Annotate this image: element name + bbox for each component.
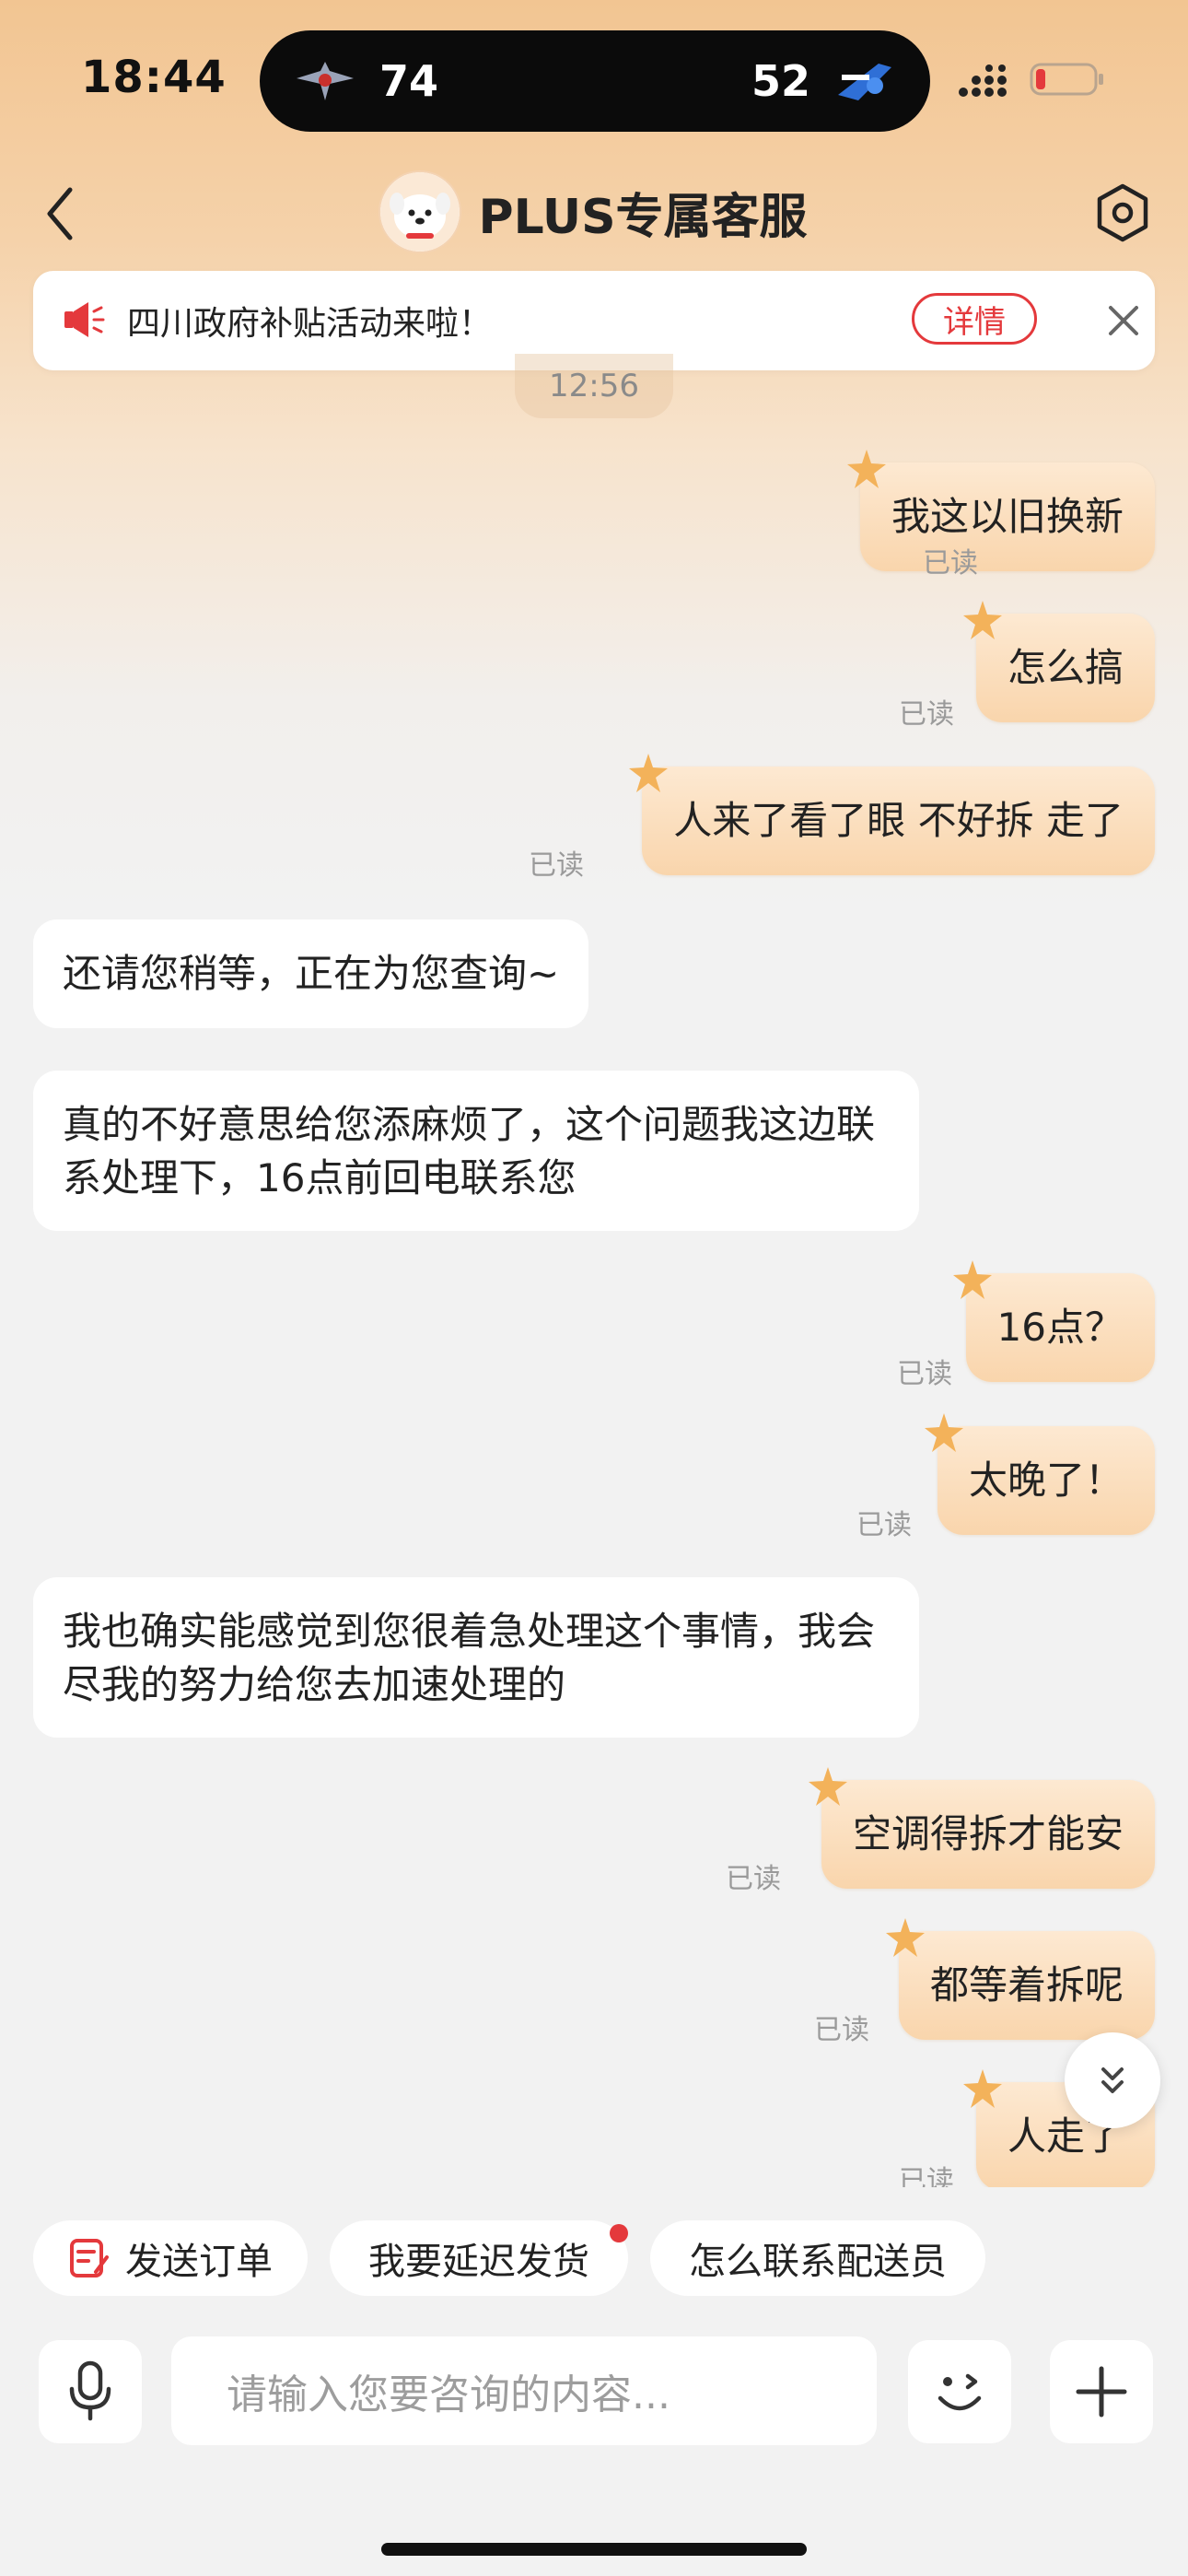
megaphone-icon [64, 302, 105, 337]
message-outgoing[interactable]: 都等着拆呢 [885, 1918, 1155, 2040]
star-icon [846, 450, 886, 488]
message-text: 太晚了！ [968, 1458, 1124, 1503]
double-chevron-down-icon [1101, 2067, 1124, 2093]
read-status: 已读 [899, 2165, 954, 2187]
read-status: 已读 [899, 698, 954, 731]
message-text: 空调得拆才能安 [852, 1811, 1124, 1856]
home-indicator[interactable] [381, 2543, 807, 2556]
microphone-icon [69, 2360, 111, 2421]
message-incoming[interactable]: 我也确实能感觉到您很着急处理这个事情，我会尽我的努力给您去加速处理的 [33, 1577, 919, 1738]
team-logo-icon [297, 62, 354, 100]
message-outgoing[interactable]: 16点？ [952, 1260, 1155, 1382]
chat-timestamp: 12:56 [515, 354, 673, 418]
message-text: 16点？ [996, 1305, 1124, 1350]
read-status: 已读 [529, 849, 584, 882]
chat-message-list[interactable]: 我这以旧换新 已读 怎么搞 已读 人来了看了眼 不好拆 走了 已读 还请您稍等，… [0, 433, 1188, 2187]
message-text: 怎么搞 [1007, 645, 1124, 690]
quick-reply-label: 我要延迟发货 [368, 2241, 589, 2283]
read-status: 已读 [814, 2014, 869, 2046]
read-status: 已读 [897, 1358, 952, 1390]
notice-detail-button[interactable]: 详情 [912, 293, 1037, 345]
star-icon [629, 754, 669, 792]
score-left: 74 [379, 56, 439, 106]
notification-dot [610, 2224, 628, 2242]
star-icon [962, 601, 1002, 639]
team-logo-icon [838, 64, 891, 100]
message-text: 都等着拆呢 [929, 1962, 1124, 2008]
mascot-dog-icon [380, 172, 460, 252]
chat-header: PLUS专属客服 [0, 166, 1188, 258]
emoji-button[interactable] [908, 2340, 1011, 2443]
quick-reply-delay-shipping[interactable]: 我要延迟发货 [330, 2220, 628, 2296]
scroll-to-bottom-button[interactable] [1065, 2032, 1160, 2128]
message-input[interactable]: 请输入您要咨询的内容... [171, 2336, 877, 2445]
service-avatar [380, 172, 460, 252]
more-options-button[interactable] [1050, 2340, 1153, 2443]
message-outgoing[interactable]: 我这以旧换新 [846, 450, 1155, 571]
dynamic-island-live-score[interactable]: 74 52 [260, 30, 930, 132]
message-outgoing[interactable]: 空调得拆才能安 [808, 1767, 1155, 1889]
message-outgoing[interactable]: 人来了看了眼 不好拆 走了 [629, 754, 1155, 875]
quick-reply-contact-courier[interactable]: 怎么联系配送员 [650, 2220, 985, 2296]
star-icon [808, 1767, 847, 1806]
message-text: 我也确实能感觉到您很着急处理这个事情，我会尽我的努力给您去加速处理的 [63, 1609, 876, 1707]
message-outgoing[interactable]: 太晚了！ [924, 1413, 1155, 1535]
star-icon [952, 1260, 992, 1299]
status-time: 18:44 [81, 52, 227, 103]
settings-hexagon-icon[interactable] [1090, 181, 1155, 245]
close-icon[interactable] [1101, 299, 1146, 343]
wink-emoji-icon [938, 2373, 982, 2411]
message-text: 我这以旧换新 [891, 494, 1124, 539]
quick-reply-label: 怎么联系配送员 [689, 2241, 947, 2283]
score-right: 52 [751, 56, 810, 106]
star-icon [885, 1918, 925, 1957]
cellular-signal-icon [959, 64, 1007, 97]
chat-title: PLUS专属客服 [478, 189, 808, 245]
status-bar: 18:44 74 52 [0, 0, 1188, 157]
star-icon [924, 1413, 963, 1452]
quick-reply-send-order[interactable]: 发送订单 [33, 2220, 308, 2296]
star-icon [962, 2069, 1002, 2108]
quick-reply-label: 发送订单 [125, 2241, 273, 2283]
plus-icon [1076, 2366, 1127, 2418]
order-form-icon [70, 2239, 109, 2277]
read-status: 已读 [856, 1509, 912, 1541]
message-text: 人来了看了眼 不好拆 走了 [673, 798, 1124, 843]
battery-icon [1030, 63, 1103, 96]
message-text: 真的不好意思给您添麻烦了，这个问题我这边联系处理下，16点前回电联系您 [63, 1102, 876, 1200]
notice-text: 四川政府补贴活动来啦！ [127, 305, 493, 343]
message-incoming[interactable]: 真的不好意思给您添麻烦了，这个问题我这边联系处理下，16点前回电联系您 [33, 1071, 919, 1231]
message-text: 还请您稍等，正在为您查询~ [63, 951, 560, 996]
message-outgoing[interactable]: 怎么搞 [962, 601, 1155, 722]
message-incoming[interactable]: 还请您稍等，正在为您查询~ [33, 919, 589, 1028]
read-status: 已读 [726, 1863, 781, 1895]
voice-input-button[interactable] [39, 2340, 142, 2443]
read-status: 已读 [923, 547, 978, 580]
